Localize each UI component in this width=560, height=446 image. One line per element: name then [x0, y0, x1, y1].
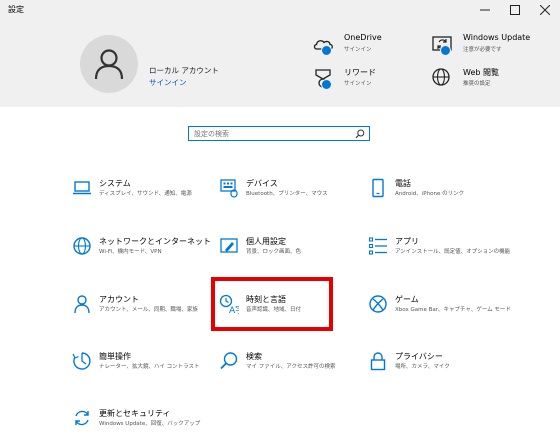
- avatar[interactable]: [80, 35, 138, 93]
- category-desc: ディスプレイ、サウンド、通知、電源: [99, 191, 192, 197]
- category-desc: Bluetooth、プリンター、マウス: [246, 191, 328, 197]
- minimize-icon: [480, 9, 490, 11]
- category-title: システム: [99, 179, 131, 188]
- account-signin-link[interactable]: サインイン: [149, 77, 187, 88]
- windows-update-title: Windows Update: [463, 33, 531, 42]
- category-title: 検索: [246, 352, 262, 361]
- category-desc: アンインストール、既定値、オプションの機能: [395, 249, 511, 255]
- windows-update-status-dot: [440, 45, 451, 56]
- search-input[interactable]: [194, 127, 344, 140]
- laptop-icon: [73, 181, 91, 195]
- category-desc: Xbox Game Bar、キャプチャ、ゲーム モード: [395, 307, 511, 313]
- category-title: 更新とセキュリティ: [99, 409, 171, 418]
- category-search[interactable]: 検索 マイ ファイル、アクセス許可の検索: [219, 351, 369, 389]
- header-item-windows-update[interactable]: Windows Update 注意が必要です: [431, 33, 541, 59]
- web-browsing-title: Web 閲覧: [463, 68, 499, 77]
- category-ease-of-access[interactable]: 簡単操作 ナレーター、拡大鏡、ハイ コントラスト: [72, 351, 222, 389]
- category-phone[interactable]: 電話 Android、iPhone のリンク: [368, 178, 518, 216]
- category-title: ネットワークとインターネット: [99, 237, 211, 246]
- category-update-security[interactable]: 更新とセキュリティ Windows Update、回復、バックアップ: [72, 408, 222, 446]
- category-desc: Wi-Fi、機内モード、VPN: [99, 249, 162, 255]
- person-icon: [74, 295, 90, 314]
- windows-update-sub: 注意が必要です: [463, 47, 502, 53]
- onedrive-status-dot: [321, 45, 332, 56]
- web-browsing-icon: [432, 68, 450, 86]
- keyboard-icon: [220, 179, 238, 198]
- rewards-status-dot: [321, 79, 332, 90]
- web-browsing-sub: 推奨の設定: [463, 81, 491, 87]
- category-title: 電話: [395, 179, 411, 188]
- category-desc: アカウント、メール、同期、職場、家族: [99, 307, 198, 313]
- header-item-onedrive[interactable]: OneDrive サインイン: [312, 33, 412, 59]
- apps-list-icon: [368, 237, 387, 255]
- category-desc: マイ ファイル、アクセス許可の検索: [246, 364, 336, 370]
- onedrive-sub: サインイン: [344, 47, 372, 53]
- sync-icon: [75, 410, 89, 426]
- onedrive-title: OneDrive: [344, 33, 382, 42]
- category-desc: 背景、ロック画面、色: [246, 249, 302, 255]
- category-title: プライバシー: [395, 352, 443, 361]
- category-personalization[interactable]: 個人用設定 背景、ロック画面、色: [219, 236, 369, 274]
- category-desc: ナレーター、拡大鏡、ハイ コントラスト: [99, 364, 200, 370]
- category-desc: 場所、カメラ、マイク: [395, 364, 450, 370]
- category-title: デバイス: [246, 179, 278, 188]
- category-devices[interactable]: デバイス Bluetooth、プリンター、マウス: [219, 178, 369, 216]
- rewards-sub: サインイン: [344, 81, 372, 87]
- settings-search-box[interactable]: [188, 126, 370, 141]
- category-accounts[interactable]: アカウント アカウント、メール、同期、職場、家族: [72, 294, 222, 332]
- category-apps[interactable]: アプリ アンインストール、既定値、オプションの機能: [368, 236, 518, 274]
- search-box-icon[interactable]: [355, 129, 365, 139]
- highlight-box: [211, 277, 333, 331]
- ease-of-access-icon: [72, 352, 91, 370]
- search-icon: [220, 352, 238, 370]
- maximize-icon: [510, 5, 520, 15]
- category-desc: Android、iPhone のリンク: [395, 191, 465, 197]
- header-item-rewards[interactable]: リワード サインイン: [312, 67, 412, 93]
- header-panel: ローカル アカウント サインイン OneDrive サインイン Windows …: [0, 20, 560, 107]
- minimize-button[interactable]: [470, 0, 500, 20]
- category-system[interactable]: システム ディスプレイ、サウンド、通知、電源: [72, 178, 222, 216]
- xbox-icon: [369, 295, 387, 313]
- category-desc: Windows Update、回復、バックアップ: [99, 421, 201, 427]
- user-avatar-icon: [94, 49, 124, 80]
- window-title: 設定: [8, 5, 24, 14]
- close-icon: [540, 5, 550, 15]
- category-title: 簡単操作: [99, 352, 131, 361]
- header-item-web-browsing[interactable]: Web 閲覧 推奨の設定: [431, 67, 531, 93]
- category-title: アプリ: [395, 237, 419, 246]
- category-privacy[interactable]: プライバシー 場所、カメラ、マイク: [368, 351, 518, 389]
- phone-icon: [372, 178, 384, 198]
- maximize-button[interactable]: [500, 0, 530, 20]
- account-name: ローカル アカウント: [149, 66, 219, 75]
- category-title: ゲーム: [395, 295, 419, 304]
- globe-icon: [73, 237, 91, 255]
- lock-icon: [370, 352, 386, 371]
- category-title: 個人用設定: [246, 237, 286, 246]
- close-button[interactable]: [530, 0, 560, 20]
- paint-icon: [220, 238, 238, 253]
- category-network[interactable]: ネットワークとインターネット Wi-Fi、機内モード、VPN: [72, 236, 222, 274]
- title-bar: 設定: [0, 0, 560, 20]
- category-gaming[interactable]: ゲーム Xbox Game Bar、キャプチャ、ゲーム モード: [368, 294, 518, 332]
- rewards-title: リワード: [344, 68, 376, 77]
- category-title: アカウント: [99, 295, 139, 304]
